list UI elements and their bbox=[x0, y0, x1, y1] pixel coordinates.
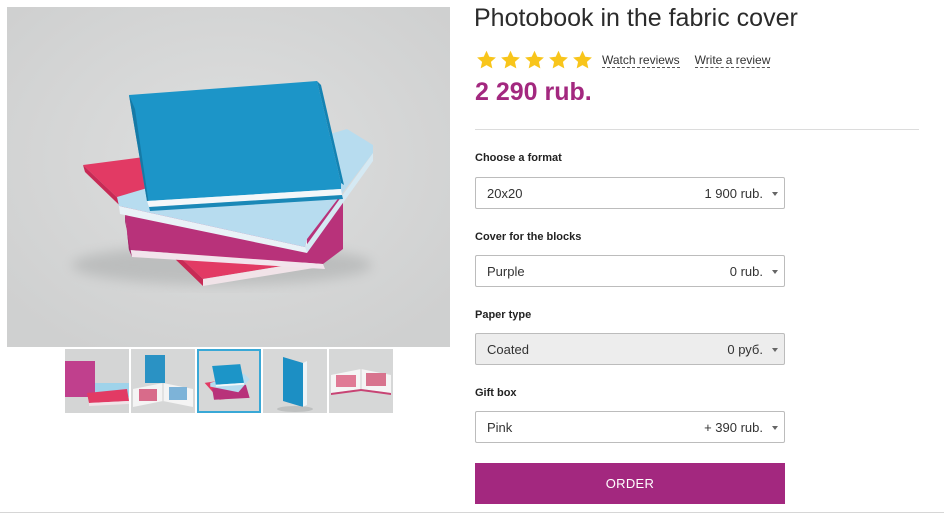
watch-reviews-link[interactable]: Watch reviews bbox=[602, 53, 680, 68]
bottom-divider bbox=[0, 512, 944, 513]
pink-photobook-thumbnail[interactable] bbox=[65, 349, 129, 413]
product-title: Photobook in the fabric cover bbox=[474, 4, 798, 32]
star-icon bbox=[548, 50, 569, 70]
chevron-down-icon bbox=[772, 426, 778, 430]
thumbnail-strip bbox=[65, 349, 393, 413]
format-select-price: 1 900 rub. bbox=[704, 186, 763, 201]
star-icon bbox=[476, 50, 497, 70]
star-rating[interactable] bbox=[476, 50, 593, 70]
cover-select-price: 0 rub. bbox=[729, 264, 763, 279]
gift-box-label: Gift box bbox=[475, 387, 517, 399]
format-select[interactable]: 20x20 1 900 rub. bbox=[475, 177, 785, 209]
standing-blue-photobook-thumbnail[interactable] bbox=[263, 349, 327, 413]
gift-box-select[interactable]: Pink + 390 rub. bbox=[475, 411, 785, 443]
product-price: 2 290 rub. bbox=[475, 78, 592, 106]
format-label: Choose a format bbox=[475, 152, 562, 164]
cover-select-value: Purple bbox=[487, 264, 525, 279]
order-button[interactable]: ORDER bbox=[475, 463, 785, 504]
paper-type-select-value: Coated bbox=[487, 342, 529, 357]
cover-select[interactable]: Purple 0 rub. bbox=[475, 255, 785, 287]
rating-row: Watch reviews Write a review bbox=[476, 49, 785, 71]
gift-box-select-price: + 390 rub. bbox=[704, 420, 763, 435]
gift-box-select-value: Pink bbox=[487, 420, 513, 435]
chevron-down-icon bbox=[772, 270, 778, 274]
divider bbox=[475, 129, 919, 130]
chevron-down-icon bbox=[772, 348, 778, 352]
cover-label: Cover for the blocks bbox=[475, 231, 582, 243]
photobooks-stack-image[interactable] bbox=[7, 7, 450, 347]
format-select-value: 20x20 bbox=[487, 186, 523, 201]
star-icon bbox=[572, 50, 593, 70]
write-review-link[interactable]: Write a review bbox=[694, 53, 771, 68]
star-icon bbox=[500, 50, 521, 70]
star-icon bbox=[524, 50, 545, 70]
paper-type-label: Paper type bbox=[475, 309, 532, 321]
open-photobook-thumbnail[interactable] bbox=[131, 349, 195, 413]
paper-type-select-price: 0 руб. bbox=[727, 342, 763, 357]
paper-type-select[interactable]: Coated 0 руб. bbox=[475, 333, 785, 365]
photobook-stack-thumbnail[interactable] bbox=[197, 349, 261, 413]
product-page: Photobook in the fabric cover Watch revi… bbox=[0, 0, 944, 514]
open-photobook-spread-thumbnail[interactable] bbox=[329, 349, 393, 413]
chevron-down-icon bbox=[772, 192, 778, 196]
